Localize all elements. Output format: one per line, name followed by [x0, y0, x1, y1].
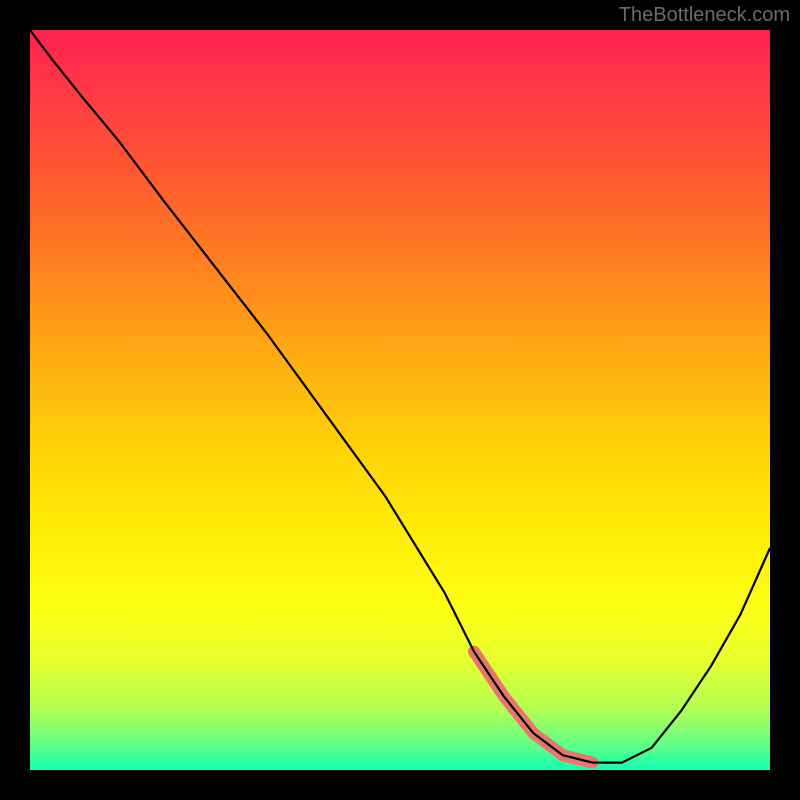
curve-line: [30, 30, 770, 763]
watermark-text: TheBottleneck.com: [619, 4, 790, 27]
chart-overlay: [30, 30, 770, 770]
plot-area: [30, 30, 770, 770]
highlight-segment: [474, 652, 592, 763]
